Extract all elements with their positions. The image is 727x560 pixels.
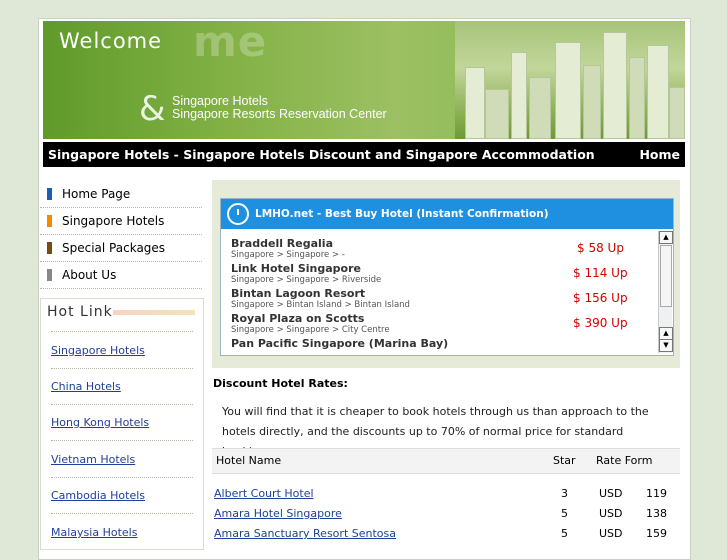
- hotel-price: $ 390 Up: [573, 316, 628, 330]
- rate-value: 138: [646, 507, 667, 520]
- hotel-location: Singapore > Singapore > Riverside: [231, 275, 382, 285]
- col-star: Star: [553, 454, 576, 467]
- currency: USD: [599, 507, 623, 520]
- hotel-link[interactable]: Amara Hotel Singapore: [214, 507, 342, 520]
- currency: USD: [599, 487, 623, 500]
- scroll-down-arrow-icon[interactable]: ▼: [659, 339, 673, 352]
- divider: [51, 513, 193, 514]
- best-buy-widget: LMHO.net - Best Buy Hotel (Instant Confi…: [212, 180, 680, 368]
- nav-item-label: Special Packages: [62, 241, 166, 255]
- left-nav: Home Page Singapore Hotels Special Packa…: [40, 181, 202, 289]
- star-value: 3: [561, 487, 568, 500]
- banner-welcome: Welcome: [59, 29, 163, 53]
- nav-item-label: Home Page: [62, 187, 131, 201]
- hotel-list: Braddell Regalia Singapore > Singapore >…: [231, 237, 651, 362]
- divider: [51, 368, 193, 369]
- hotel-name: Pan Pacific Singapore (Marina Bay): [231, 337, 449, 350]
- site-title: Singapore Hotels - Singapore Hotels Disc…: [48, 147, 595, 162]
- city-skyline-image: [455, 21, 685, 139]
- hotel-link[interactable]: Amara Sanctuary Resort Sentosa: [214, 527, 396, 540]
- heading-decoration: [113, 310, 195, 315]
- list-item[interactable]: Pan Pacific Singapore (Marina Bay): [231, 337, 651, 362]
- list-item[interactable]: Link Hotel Singapore Singapore > Singapo…: [231, 262, 651, 287]
- scrollbar-thumb[interactable]: [660, 245, 672, 307]
- star-value: 5: [561, 527, 568, 540]
- col-hotel-name: Hotel Name: [216, 454, 282, 467]
- widget-title: LMHO.net - Best Buy Hotel (Instant Confi…: [255, 208, 549, 220]
- hotel-price: $ 114 Up: [573, 266, 628, 280]
- discount-heading: Discount Hotel Rates:: [213, 377, 348, 390]
- header-banner: me Welcome & Singapore Hotels Singapore …: [43, 21, 685, 139]
- rate-value: 119: [646, 487, 667, 500]
- nav-item-label: About Us: [62, 268, 117, 282]
- nav-marker-icon: [47, 188, 52, 200]
- nav-item-special-packages[interactable]: Special Packages: [40, 235, 202, 262]
- nav-marker-icon: [47, 269, 52, 281]
- rate-value: 159: [646, 527, 667, 540]
- home-link[interactable]: Home: [639, 147, 680, 162]
- hot-link-singapore-hotels[interactable]: Singapore Hotels: [51, 344, 145, 357]
- hotel-link[interactable]: Albert Court Hotel: [214, 487, 314, 500]
- banner-ampersand: &: [139, 89, 166, 129]
- hot-link-panel: Hot Link Singapore Hotels China Hotels H…: [40, 298, 204, 550]
- hotel-price: $ 58 Up: [577, 241, 624, 255]
- divider: [51, 440, 193, 441]
- nav-item-home-page[interactable]: Home Page: [40, 181, 202, 208]
- title-bar: Singapore Hotels - Singapore Hotels Disc…: [43, 142, 685, 167]
- currency: USD: [599, 527, 623, 540]
- star-value: 5: [561, 507, 568, 520]
- nav-marker-icon: [47, 242, 52, 254]
- table-row: Amara Hotel Singapore 5 USD 138: [212, 504, 680, 524]
- nav-item-label: Singapore Hotels: [62, 214, 165, 228]
- hot-link-vietnam-hotels[interactable]: Vietnam Hotels: [51, 453, 135, 466]
- table-header: Hotel Name Star Rate Form: [212, 448, 680, 474]
- hot-link-hong-kong-hotels[interactable]: Hong Kong Hotels: [51, 416, 149, 429]
- hot-link-china-hotels[interactable]: China Hotels: [51, 380, 121, 393]
- banner-ghost-text: me: [193, 21, 268, 66]
- list-item[interactable]: Royal Plaza on Scotts Singapore > Singap…: [231, 312, 651, 337]
- list-item[interactable]: Braddell Regalia Singapore > Singapore >…: [231, 237, 651, 262]
- divider: [51, 404, 193, 405]
- table-row: Amara Sanctuary Resort Sentosa 5 USD 159: [212, 524, 680, 544]
- col-rate: Rate Form: [596, 454, 653, 467]
- hotel-location: Singapore > Bintan Island > Bintan Islan…: [231, 300, 410, 310]
- banner-tagline-2: Singapore Resorts Reservation Center: [172, 107, 387, 121]
- hotel-name: Braddell Regalia: [231, 237, 334, 250]
- list-item[interactable]: Bintan Lagoon Resort Singapore > Bintan …: [231, 287, 651, 312]
- divider: [51, 331, 193, 332]
- nav-item-singapore-hotels[interactable]: Singapore Hotels: [40, 208, 202, 235]
- hotel-location: Singapore > Singapore > -: [231, 250, 345, 260]
- hot-link-heading: Hot Link: [47, 304, 113, 320]
- scrollbar[interactable]: ▲ ▲ ▼: [658, 231, 673, 353]
- hotel-name: Bintan Lagoon Resort: [231, 287, 366, 300]
- hotel-name: Link Hotel Singapore: [231, 262, 361, 275]
- banner-tagline-1: Singapore Hotels: [172, 94, 268, 108]
- widget-header: LMHO.net - Best Buy Hotel (Instant Confi…: [221, 199, 673, 229]
- hotel-price: $ 156 Up: [573, 291, 628, 305]
- clock-icon: [227, 203, 249, 225]
- table-row: Albert Court Hotel 3 USD 119: [212, 484, 680, 504]
- scroll-up-arrow-icon[interactable]: ▲: [659, 231, 673, 244]
- best-buy-box: LMHO.net - Best Buy Hotel (Instant Confi…: [220, 198, 674, 356]
- nav-item-about-us[interactable]: About Us: [40, 262, 202, 289]
- nav-marker-icon: [47, 215, 52, 227]
- hot-link-malaysia-hotels[interactable]: Malaysia Hotels: [51, 526, 137, 539]
- hot-link-cambodia-hotels[interactable]: Cambodia Hotels: [51, 489, 145, 502]
- hotel-name: Royal Plaza on Scotts: [231, 312, 365, 325]
- rates-table: Hotel Name Star Rate Form Albert Court H…: [212, 448, 680, 544]
- hotel-location: Singapore > Singapore > City Centre: [231, 325, 390, 335]
- divider: [51, 477, 193, 478]
